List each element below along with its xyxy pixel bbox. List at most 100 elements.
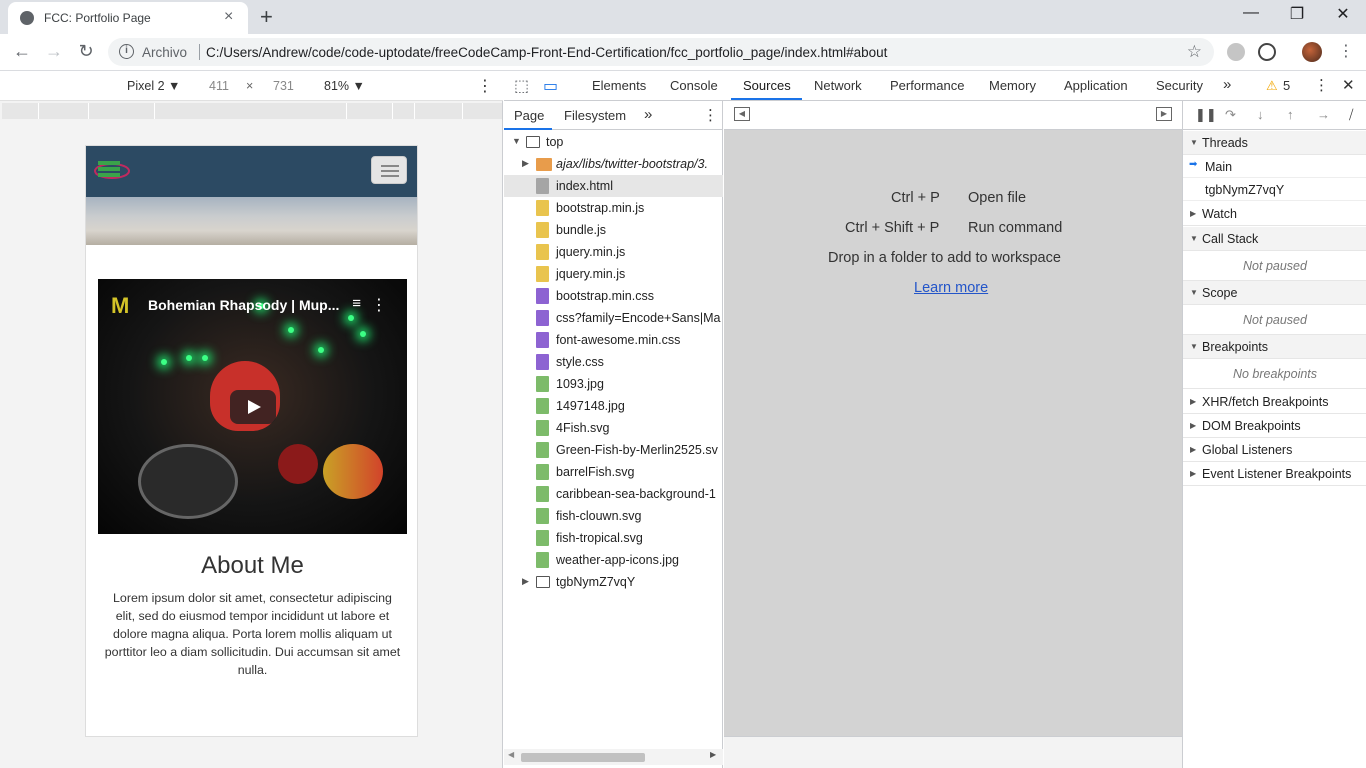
video-menu-icon[interactable]: ⋮	[371, 295, 387, 315]
file-tree-item[interactable]: fish-tropical.svg	[504, 527, 723, 549]
toggle-navigator-icon[interactable]: ◀	[734, 107, 750, 121]
scope-section[interactable]: ▼ Scope	[1183, 281, 1366, 305]
learn-more-link[interactable]: Learn more	[914, 280, 988, 296]
step-into-icon[interactable]: ↓	[1257, 107, 1264, 122]
tab-console[interactable]: Console	[670, 78, 718, 93]
restore-button[interactable]: ❐	[1274, 4, 1320, 24]
chrome-menu-icon[interactable]: ⋮	[1334, 41, 1358, 61]
bookmark-star-icon[interactable]: ☆	[1187, 42, 1202, 62]
media-query-ruler[interactable]	[2, 103, 502, 119]
inspect-element-icon[interactable]: ⬚	[514, 76, 529, 96]
extension-icon[interactable]	[1227, 43, 1245, 61]
ruler-segment[interactable]	[414, 103, 415, 119]
thread-main[interactable]: ➡ Main	[1183, 155, 1366, 178]
extension-dark-mode-icon[interactable]	[1258, 43, 1276, 61]
file-tree-item[interactable]: barrelFish.svg	[504, 461, 723, 483]
scrollbar-thumb[interactable]	[521, 753, 645, 762]
more-tabs-icon[interactable]: »	[1223, 76, 1231, 93]
pause-icon[interactable]: ❚❚	[1195, 107, 1217, 123]
file-tree-item[interactable]: ▶ tgbNymZ7vqY	[504, 571, 723, 593]
tab-page[interactable]: Page	[514, 108, 544, 123]
devtools-menu-icon[interactable]: ⋮	[1314, 76, 1329, 94]
video-title[interactable]: Bohemian Rhapsody | Mup...	[148, 297, 339, 313]
browser-tab[interactable]: FCC: Portfolio Page ×	[8, 2, 248, 34]
breakpoints-section[interactable]: ▼ Breakpoints	[1183, 335, 1366, 359]
collapsed-triangle-icon[interactable]: ▶	[522, 158, 529, 169]
file-tree-item[interactable]: bootstrap.min.js	[504, 197, 723, 219]
ruler-segment[interactable]	[88, 103, 89, 119]
channel-logo-icon[interactable]: M	[111, 293, 129, 319]
reload-button[interactable]: ↻	[74, 41, 98, 62]
device-toggle-icon[interactable]: ▭	[543, 76, 558, 96]
file-tree-item[interactable]: bootstrap.min.css	[504, 285, 723, 307]
file-tree-item[interactable]: 1497148.jpg	[504, 395, 723, 417]
tab-security[interactable]: Security	[1156, 78, 1203, 93]
tab-elements[interactable]: Elements	[592, 78, 646, 93]
tab-memory[interactable]: Memory	[989, 78, 1036, 93]
thread-iframe[interactable]: tgbNymZ7vqY	[1183, 178, 1366, 201]
navigator-more-icon[interactable]: »	[644, 106, 652, 123]
global-listeners-section[interactable]: ▶ Global Listeners	[1183, 438, 1366, 462]
collapsed-triangle-icon[interactable]: ▶	[522, 576, 529, 587]
ruler-segment[interactable]	[392, 103, 393, 119]
file-tree-item[interactable]: jquery.min.js	[504, 241, 723, 263]
file-tree-item[interactable]: ▼ top	[504, 131, 723, 153]
youtube-video-embed[interactable]: M Bohemian Rhapsody | Mup... ≡ ⋮	[98, 279, 407, 534]
navigator-menu-icon[interactable]: ⋮	[703, 106, 718, 124]
file-tree-item[interactable]: style.css	[504, 351, 723, 373]
threads-section[interactable]: ▼ Threads	[1183, 131, 1366, 155]
file-tree-item[interactable]: fish-clouwn.svg	[504, 505, 723, 527]
file-tree-item[interactable]: weather-app-icons.jpg	[504, 549, 723, 571]
watch-section[interactable]: ▶ Watch	[1183, 202, 1366, 226]
play-button[interactable]	[230, 390, 276, 424]
dom-breakpoints-section[interactable]: ▶ DOM Breakpoints	[1183, 414, 1366, 438]
warning-icon[interactable]: ⚠	[1266, 78, 1278, 94]
deactivate-breakpoints-icon[interactable]: ⧸	[1349, 107, 1353, 123]
file-tree-item[interactable]: 4Fish.svg	[504, 417, 723, 439]
tab-performance[interactable]: Performance	[890, 78, 964, 93]
ruler-segment[interactable]	[462, 103, 463, 119]
tab-close-icon[interactable]: ×	[224, 8, 233, 26]
ruler-segment[interactable]	[154, 103, 155, 119]
forward-button[interactable]: →	[42, 41, 66, 62]
avatar[interactable]	[1302, 42, 1322, 62]
toggle-debugger-icon[interactable]: ▶	[1156, 107, 1172, 121]
minimize-button[interactable]: —	[1228, 4, 1274, 22]
new-tab-button[interactable]: +	[260, 4, 273, 30]
window-close-button[interactable]: ✕	[1320, 4, 1366, 24]
back-button[interactable]: ←	[10, 41, 34, 62]
file-tree-item[interactable]: ▶ ajax/libs/twitter-bootstrap/3.	[504, 153, 723, 175]
navigator-horizontal-scrollbar[interactable]: ◀ ▶	[504, 749, 723, 765]
hamburger-menu-button[interactable]	[371, 156, 407, 184]
fish-logo-icon[interactable]	[92, 154, 132, 186]
step-out-icon[interactable]: ↑	[1287, 107, 1294, 122]
call-stack-section[interactable]: ▼ Call Stack	[1183, 227, 1366, 251]
file-tree-item[interactable]: 1093.jpg	[504, 373, 723, 395]
url-text[interactable]: C:/Users/Andrew/code/code-uptodate/freeC…	[206, 45, 887, 60]
ruler-segment[interactable]	[38, 103, 39, 119]
tab-sources[interactable]: Sources	[743, 78, 791, 93]
info-icon[interactable]: i	[119, 44, 134, 59]
tab-application[interactable]: Application	[1064, 78, 1128, 93]
tab-filesystem[interactable]: Filesystem	[564, 108, 626, 123]
file-tree-item[interactable]: jquery.min.js	[504, 263, 723, 285]
file-tree-item[interactable]: caribbean-sea-background-1	[504, 483, 723, 505]
device-more-icon[interactable]: ⋮	[477, 76, 493, 96]
file-tree-item[interactable]: index.html	[504, 175, 723, 197]
file-tree-item[interactable]: bundle.js	[504, 219, 723, 241]
warning-count[interactable]: 5	[1283, 78, 1290, 93]
xhr-breakpoints-section[interactable]: ▶ XHR/fetch Breakpoints	[1183, 390, 1366, 414]
file-tree-item[interactable]: css?family=Encode+Sans|Ma	[504, 307, 723, 329]
devtools-close-icon[interactable]: ✕	[1342, 76, 1355, 94]
expanded-triangle-icon[interactable]: ▼	[512, 136, 521, 146]
event-listener-breakpoints-section[interactable]: ▶ Event Listener Breakpoints	[1183, 462, 1366, 486]
scroll-left-icon[interactable]: ◀	[508, 750, 514, 759]
queue-icon[interactable]: ≡	[352, 295, 361, 312]
address-bar[interactable]: i Archivo C:/Users/Andrew/code/code-upto…	[108, 38, 1214, 66]
file-tree-item[interactable]: Green-Fish-by-Merlin2525.sv	[504, 439, 723, 461]
zoom-select[interactable]: 81% ▼	[324, 79, 365, 93]
file-tree-item[interactable]: font-awesome.min.css	[504, 329, 723, 351]
device-height-input[interactable]: 731	[273, 79, 294, 93]
ruler-segment[interactable]	[346, 103, 347, 119]
device-select[interactable]: Pixel 2 ▼	[127, 79, 180, 93]
